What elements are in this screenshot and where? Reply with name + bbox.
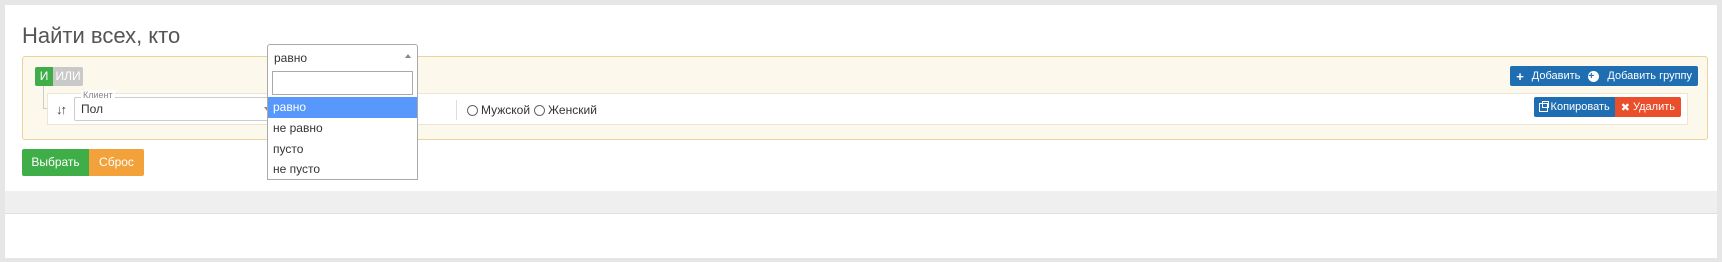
radio-male-label: Мужской [481,103,531,117]
dropdown-option[interactable]: пусто [268,139,417,160]
add-rule-label: Добавить [1531,70,1581,82]
copy-button[interactable]: Копировать [1533,97,1615,117]
sort-icon[interactable]: ↓↑ [56,102,67,117]
divider [456,100,457,120]
plus-circle-icon: + [1588,70,1600,82]
x-icon: ✖ [1620,101,1630,114]
copy-icon [1538,100,1549,112]
condition-and-button[interactable]: И [35,67,53,86]
radio-female-label: Женский [548,103,597,117]
copy-label: Копировать [1550,101,1610,113]
add-group-button[interactable]: + Добавить группу [1588,70,1692,82]
field-select[interactable]: Клиент Пол [74,90,279,121]
field-legend: Клиент [81,90,115,100]
condition-or-button[interactable]: ИЛИ [53,67,83,86]
field-value: Пол [81,102,104,116]
reset-button[interactable]: Сброс [89,149,144,176]
page-title: Найти всех, кто [22,23,181,48]
select-button[interactable]: Выбрать [22,149,89,176]
radio-circle-icon[interactable] [467,104,478,116]
radio-circle-icon[interactable] [534,104,545,116]
dropdown-option[interactable]: не пусто [268,159,417,180]
rule-actions: Копировать ✖ Удалить [1533,97,1681,117]
group-actions: + Добавить + Добавить группу [1510,66,1698,86]
delete-button[interactable]: ✖ Удалить [1614,97,1681,117]
operator-value: равно [274,51,308,65]
chevron-up-icon [405,54,411,58]
add-group-label: Добавить группу [1607,70,1692,82]
plus-icon: + [1516,68,1524,84]
operator-select[interactable]: равно [267,44,418,69]
add-rule-button[interactable]: + Добавить [1516,69,1580,84]
delete-label: Удалить [1633,101,1675,113]
radio-male[interactable]: Мужской [467,103,530,117]
radio-female[interactable]: Женский [534,103,597,117]
operator-dropdown: равно не равно пусто не пусто [267,68,418,180]
query-builder-panel: Найти всех, кто И ИЛИ + Добавить + Добав… [5,5,1717,258]
dropdown-search-input[interactable] [272,71,413,95]
dropdown-option[interactable]: равно [268,97,417,118]
dropdown-option[interactable]: не равно [268,118,417,139]
footer-bar [5,191,1717,214]
